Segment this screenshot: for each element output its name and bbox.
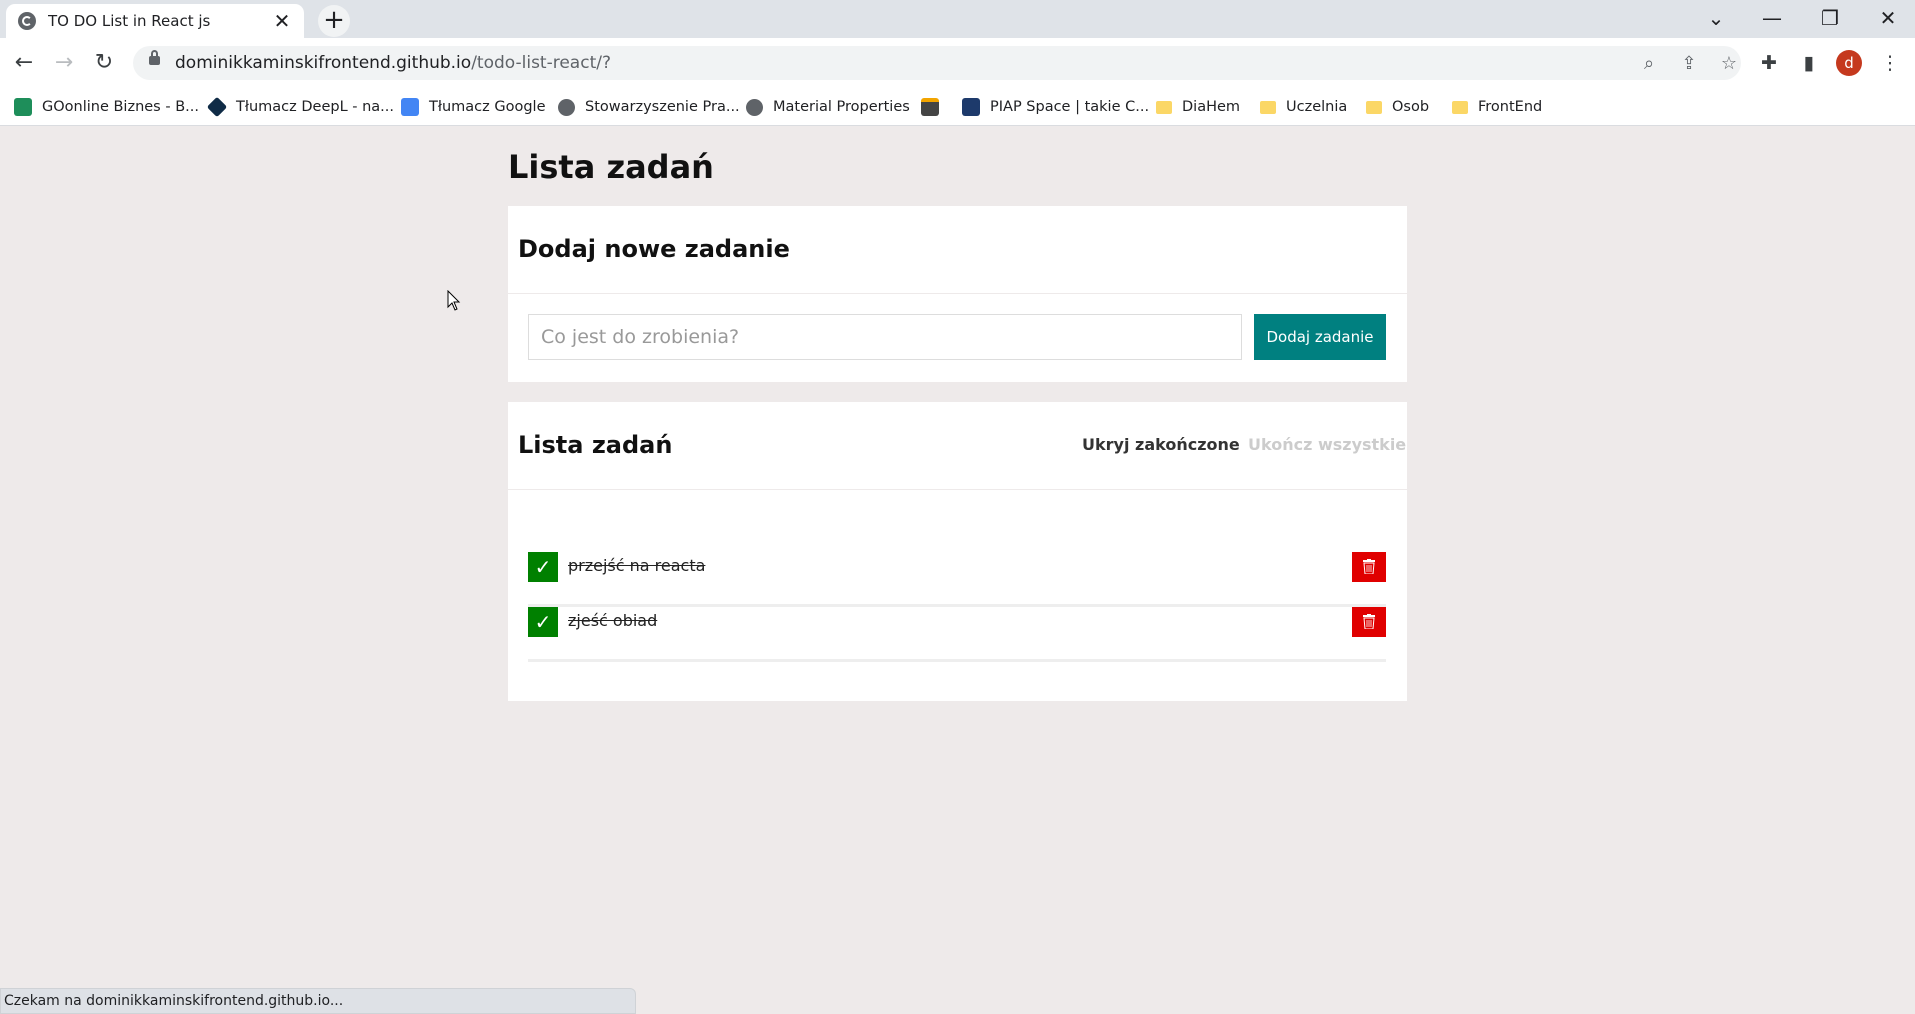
bookmark-label: Tłumacz Google — [429, 99, 546, 115]
bookmark-folder-osob[interactable]: Osob — [1366, 96, 1429, 118]
bookmark-material-properties[interactable]: Material Properties — [746, 96, 910, 118]
complete-all-button[interactable]: Ukończ wszystkie — [1248, 435, 1406, 454]
tab-search-chevron-icon[interactable]: ⌄ — [1696, 4, 1736, 32]
profile-avatar[interactable]: d — [1836, 50, 1862, 76]
tab-title: TO DO List in React js — [48, 12, 211, 30]
url-host: dominikkaminskifrontend.github.io — [175, 53, 472, 73]
app-header: Lista zadań — [508, 146, 1407, 206]
bookmark-bag[interactable] — [921, 96, 949, 118]
goonline-icon — [14, 98, 32, 116]
side-panel-icon[interactable]: ▮ — [1794, 48, 1824, 78]
folder-icon — [1260, 100, 1276, 114]
forward-button[interactable]: → — [48, 47, 80, 79]
reload-button[interactable]: ↻ — [88, 47, 120, 79]
tab-strip: TO DO List in React js ✕ + ⌄ — ❐ ✕ — [0, 0, 1915, 38]
globe-icon — [18, 12, 36, 30]
status-bar: Czekam na dominikkaminskifrontend.github… — [0, 988, 636, 1014]
bookmark-deepl[interactable]: Tłumacz DeepL - na... — [206, 96, 395, 118]
toggle-done-button[interactable]: ✓ — [528, 607, 558, 637]
browser-menu-icon[interactable]: ⋮ — [1875, 48, 1905, 78]
bookmark-label: DiaHem — [1182, 99, 1241, 115]
close-window-button[interactable]: ✕ — [1868, 4, 1908, 32]
task-item: ✓ zjeść obiad — [528, 607, 1386, 662]
folder-icon — [1452, 100, 1468, 114]
bookmarks-bar: GOonline Biznes - B... Tłumacz DeepL - n… — [0, 88, 1915, 126]
url-text[interactable]: dominikkaminskifrontend.github.io/todo-l… — [175, 53, 611, 73]
restore-button[interactable]: ❐ — [1810, 4, 1850, 32]
google-translate-icon — [401, 98, 419, 116]
globe-icon — [558, 98, 575, 116]
briefcase-icon — [921, 98, 939, 116]
bookmark-label: Material Properties — [773, 99, 910, 115]
browser-tab[interactable]: TO DO List in React js ✕ — [6, 4, 304, 38]
bookmark-label: Stowarzyszenie Pra... — [585, 99, 740, 115]
share-icon[interactable]: ⇪ — [1677, 52, 1701, 76]
bookmark-goonline[interactable]: GOonline Biznes - B... — [14, 96, 199, 118]
delete-task-button[interactable] — [1352, 552, 1386, 582]
trash-icon — [1363, 559, 1375, 574]
toggle-done-button[interactable]: ✓ — [528, 552, 558, 582]
bookmark-label: Tłumacz DeepL - na... — [236, 99, 395, 115]
address-bar-row: ← → ↻ dominikkaminskifrontend.github.io/… — [0, 38, 1915, 88]
bookmark-google-translate[interactable]: Tłumacz Google — [401, 96, 546, 118]
bookmark-label: FrontEnd — [1478, 99, 1543, 115]
bookmark-label: GOonline Biznes - B... — [42, 99, 199, 115]
delete-task-button[interactable] — [1352, 607, 1386, 637]
add-task-button[interactable]: Dodaj zadanie — [1254, 314, 1386, 360]
new-task-title: Dodaj nowe zadanie — [518, 235, 790, 263]
task-list: ✓ przejść na reacta ✓ zjeść obiad — [528, 552, 1386, 662]
globe-icon — [746, 98, 763, 116]
task-content: zjeść obiad — [568, 611, 658, 630]
zoom-icon[interactable]: ⌕ — [1637, 52, 1661, 76]
url-path: /todo-list-react/? — [471, 53, 611, 73]
trash-icon — [1363, 614, 1375, 629]
hide-done-button[interactable]: Ukryj zakończone — [1082, 435, 1240, 454]
new-task-form: Dodaj zadanie — [508, 294, 1407, 382]
bookmark-label: Uczelnia — [1286, 99, 1348, 115]
address-bar[interactable]: dominikkaminskifrontend.github.io/todo-l… — [133, 46, 1741, 80]
task-list-header: Lista zadań Ukryj zakończone Ukończ wszy… — [508, 402, 1407, 490]
new-task-input[interactable] — [528, 314, 1242, 360]
bookmark-folder-uczelnia[interactable]: Uczelnia — [1260, 96, 1347, 118]
bookmark-folder-diahem[interactable]: DiaHem — [1156, 96, 1240, 118]
close-tab-icon[interactable]: ✕ — [272, 11, 292, 31]
bookmark-label: Osob — [1392, 99, 1430, 115]
task-content: przejść na reacta — [568, 556, 706, 575]
bookmark-piap[interactable]: PIAP Space | takie C... — [962, 96, 1149, 118]
deepl-icon — [206, 96, 228, 118]
back-button[interactable]: ← — [8, 47, 40, 79]
mouse-cursor-icon — [447, 290, 461, 311]
new-tab-button[interactable]: + — [318, 5, 350, 37]
folder-icon — [1366, 100, 1382, 114]
bookmark-stowarzyszenie[interactable]: Stowarzyszenie Pra... — [558, 96, 740, 118]
folder-icon — [1156, 100, 1172, 114]
task-item: ✓ przejść na reacta — [528, 552, 1386, 607]
bookmark-label: PIAP Space | takie C... — [990, 99, 1150, 115]
task-list-section: Lista zadań Ukryj zakończone Ukończ wszy… — [508, 402, 1407, 701]
minimize-button[interactable]: — — [1752, 4, 1792, 32]
task-list-title: Lista zadań — [518, 431, 673, 459]
new-task-header: Dodaj nowe zadanie — [508, 206, 1407, 294]
page-title: Lista zadań — [508, 148, 714, 186]
new-task-section: Dodaj nowe zadanie Dodaj zadanie — [508, 206, 1407, 382]
todo-app: Lista zadań Dodaj nowe zadanie Dodaj zad… — [508, 146, 1407, 701]
extensions-icon[interactable]: ✚ — [1754, 48, 1784, 78]
lock-icon[interactable] — [149, 50, 160, 65]
bookmark-star-icon[interactable]: ☆ — [1717, 52, 1741, 76]
bookmark-folder-frontend[interactable]: FrontEnd — [1452, 96, 1542, 118]
piap-icon — [962, 98, 980, 116]
